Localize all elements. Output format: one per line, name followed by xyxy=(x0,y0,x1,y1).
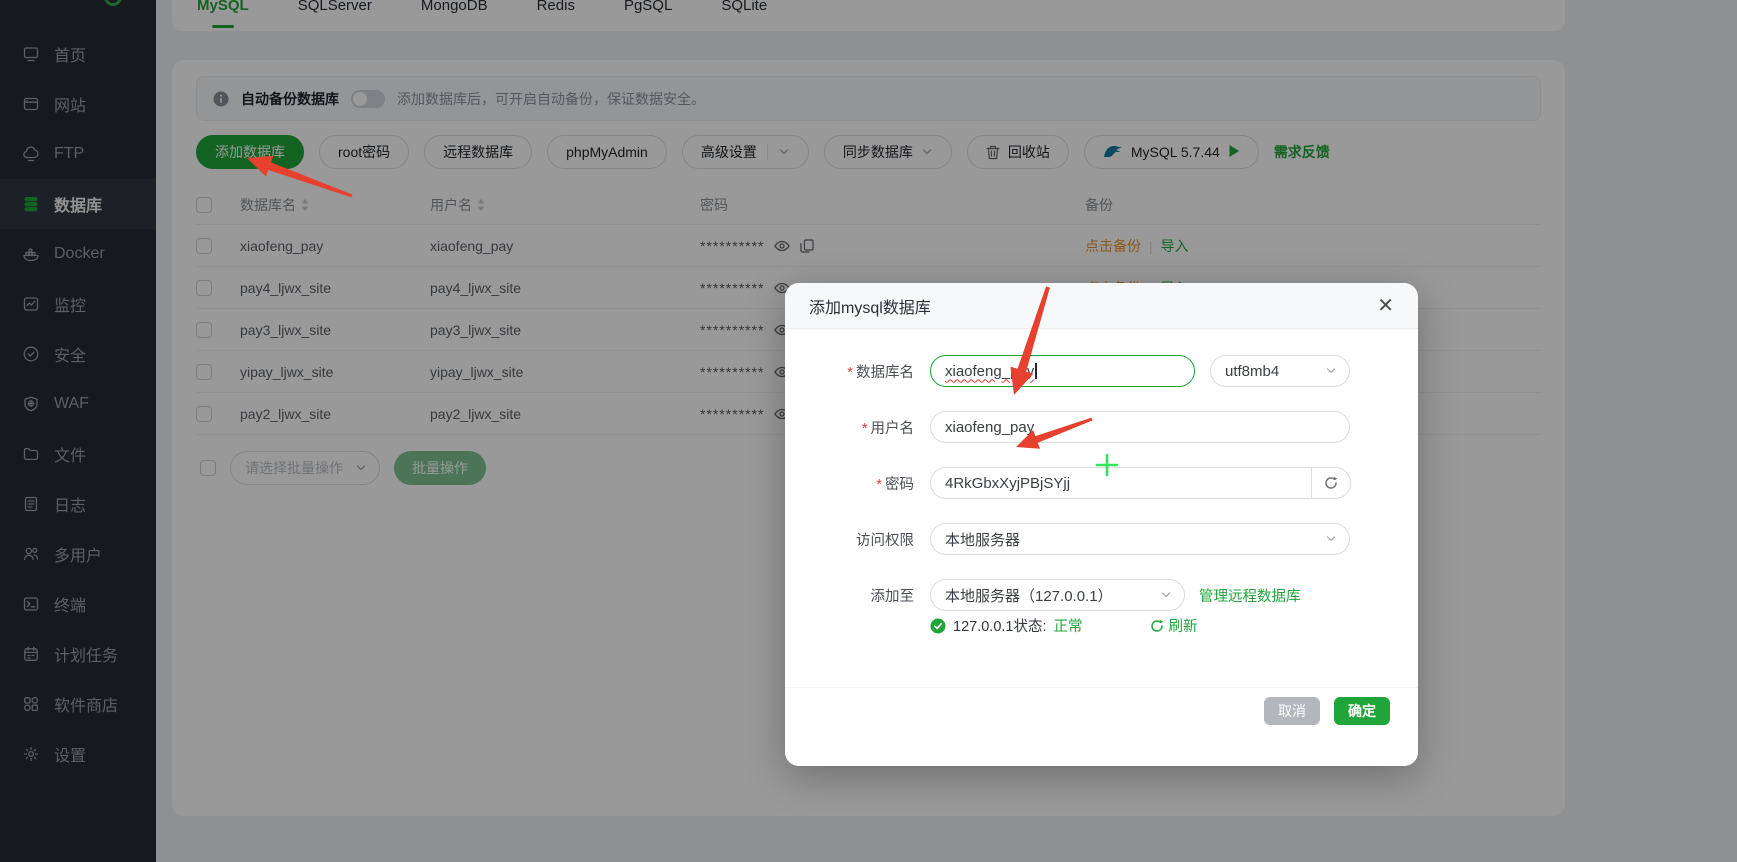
modal-footer: 取消 确定 xyxy=(785,687,1418,766)
refresh-label: 刷新 xyxy=(1168,619,1198,635)
password-input[interactable]: 4RkGbxXyjPBjSYjj xyxy=(930,467,1312,499)
dbname-input[interactable]: xiaofeng_pay xyxy=(930,355,1195,387)
cancel-button[interactable]: 取消 xyxy=(1264,697,1320,725)
username-input[interactable]: xiaofeng_pay xyxy=(930,411,1350,443)
form-row-dbname: * 数据库名 xiaofeng_pay utf8mb4 xyxy=(800,355,1418,387)
access-select[interactable]: 本地服务器 xyxy=(930,523,1350,555)
regenerate-password-button[interactable] xyxy=(1311,467,1351,499)
chevron-down-icon xyxy=(1325,365,1337,377)
button-label: 取消 xyxy=(1278,703,1306,719)
button-label: 确定 xyxy=(1348,703,1376,719)
form-row-password: * 密码 4RkGbxXyjPBjSYjj xyxy=(800,467,1418,499)
form-row-access: 访问权限 本地服务器 xyxy=(800,523,1418,555)
check-circle-icon xyxy=(930,618,946,633)
required-mark: * xyxy=(847,364,853,381)
charset-value: utf8mb4 xyxy=(1225,362,1280,380)
addto-label: 添加至 xyxy=(870,588,915,605)
chevron-down-icon xyxy=(1160,589,1172,601)
password-label: * 密码 xyxy=(876,476,914,493)
password-group: 4RkGbxXyjPBjSYjj xyxy=(930,467,1351,499)
dbname-label: * 数据库名 xyxy=(847,364,914,381)
status-value: 正常 xyxy=(1053,619,1083,635)
modal-body: * 数据库名 xiaofeng_pay utf8mb4 * 用户名 xiaofeng… xyxy=(785,329,1418,636)
required-mark: * xyxy=(876,476,882,493)
username-value: xiaofeng_pay xyxy=(945,418,1035,436)
form-row-username: * 用户名 xiaofeng_pay xyxy=(800,411,1418,443)
access-value: 本地服务器 xyxy=(945,531,1021,549)
text-caret xyxy=(1035,363,1037,379)
status-prefix: 127.0.0.1状态: xyxy=(953,619,1047,635)
server-status-row: 127.0.0.1状态: 正常 刷新 xyxy=(930,615,1418,636)
addto-select[interactable]: 本地服务器（127.0.0.1） xyxy=(930,579,1185,611)
confirm-button[interactable]: 确定 xyxy=(1334,697,1390,725)
manage-remote-db-link[interactable]: 管理远程数据库 xyxy=(1199,585,1301,606)
charset-select[interactable]: utf8mb4 xyxy=(1210,355,1350,387)
modal-title: 添加mysql数据库 xyxy=(809,299,931,317)
required-mark: * xyxy=(861,420,868,437)
refresh-icon xyxy=(1150,619,1163,632)
modal-header: 添加mysql数据库 ✕ xyxy=(785,283,1418,329)
form-row-addto: 添加至 本地服务器（127.0.0.1） 管理远程数据库 xyxy=(800,579,1418,611)
access-label: 访问权限 xyxy=(856,532,914,549)
chevron-down-icon xyxy=(1325,533,1337,545)
dbname-value: xiaofeng_pay xyxy=(945,362,1035,380)
close-icon[interactable]: ✕ xyxy=(1377,296,1394,316)
refresh-icon xyxy=(1325,476,1338,489)
refresh-status-link[interactable]: 刷新 xyxy=(1150,615,1198,636)
addto-value: 本地服务器（127.0.0.1） xyxy=(945,587,1113,605)
username-label: * 用户名 xyxy=(861,420,914,437)
password-value: 4RkGbxXyjPBjSYjj xyxy=(945,474,1071,492)
add-mysql-database-modal: 添加mysql数据库 ✕ * 数据库名 xiaofeng_pay utf8mb4 … xyxy=(785,283,1418,766)
